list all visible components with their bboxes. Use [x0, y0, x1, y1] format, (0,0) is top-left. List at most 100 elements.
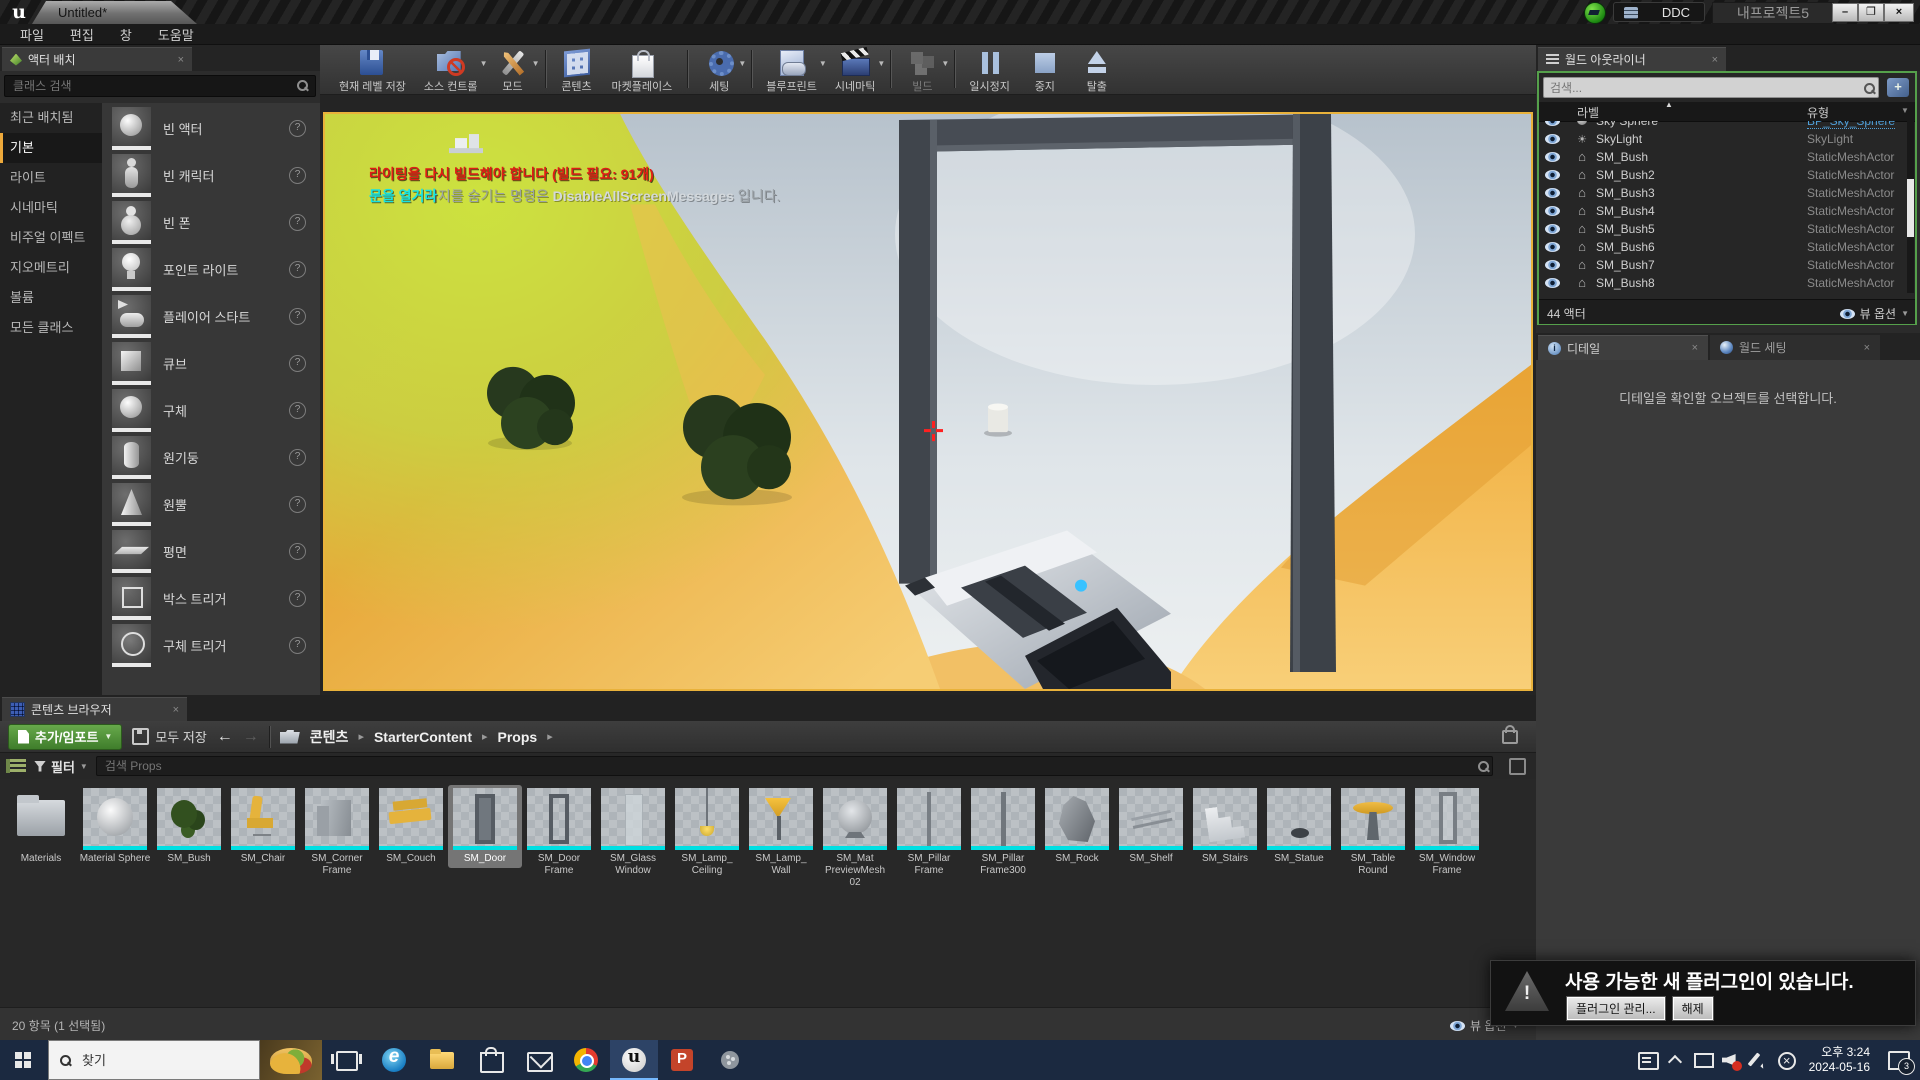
category-item[interactable]: 볼륨: [0, 283, 102, 313]
ddc-button[interactable]: DDC: [1613, 2, 1705, 22]
placeable-actor-row[interactable]: 구체 트리거 ?: [102, 622, 320, 669]
asset-tile[interactable]: SM_Lamp_ Ceiling: [670, 785, 744, 880]
forward-button[interactable]: →: [243, 728, 259, 746]
placeable-actor-row[interactable]: 구체 ?: [102, 387, 320, 434]
visibility-eye-icon[interactable]: [1545, 206, 1560, 216]
outliner-row[interactable]: SM_Bush5 StaticMeshActor: [1539, 220, 1915, 238]
toolbar-button[interactable]: 마켓플레이스 ▼: [603, 45, 682, 94]
visibility-eye-icon[interactable]: [1545, 134, 1560, 144]
asset-tile[interactable]: Materials: [4, 785, 78, 868]
outliner-view-options[interactable]: 뷰 옵션 ▼: [1840, 305, 1909, 322]
help-icon[interactable]: ?: [289, 637, 306, 654]
help-icon[interactable]: ?: [289, 402, 306, 419]
help-icon[interactable]: ?: [289, 308, 306, 325]
column-type[interactable]: 유형: [1807, 104, 1829, 121]
category-item[interactable]: 비주얼 이펙트: [0, 223, 102, 253]
chevron-down-icon[interactable]: ▼: [1901, 106, 1909, 115]
placeable-actor-row[interactable]: 포인트 라이트 ?: [102, 246, 320, 293]
toolbar-button[interactable]: 콘텐츠 ▼: [551, 45, 603, 94]
placeable-actor-row[interactable]: 평면 ?: [102, 528, 320, 575]
toolbar-button[interactable]: 일시정지 ▼: [960, 45, 1018, 94]
asset-tile[interactable]: SM_Pillar Frame300: [966, 785, 1040, 880]
help-icon[interactable]: ?: [289, 261, 306, 278]
chevron-down-icon[interactable]: ▼: [532, 59, 540, 68]
taskbar-clock[interactable]: 오후 3:24 2024-05-16: [1801, 1045, 1880, 1075]
taskbar-app-icon[interactable]: [322, 1040, 370, 1080]
asset-tile[interactable]: SM_Door Frame: [522, 785, 596, 880]
category-item[interactable]: 지오메트리: [0, 253, 102, 283]
chevron-down-icon[interactable]: ▼: [877, 59, 885, 68]
placeable-actor-row[interactable]: 큐브 ?: [102, 340, 320, 387]
save-search-icon[interactable]: [1509, 758, 1526, 775]
outliner-row[interactable]: SM_Bush2 StaticMeshActor: [1539, 166, 1915, 184]
toolbar-button[interactable]: 빌드 ▼: [896, 45, 948, 94]
breadcrumb-item[interactable]: StarterContent: [374, 729, 488, 745]
outliner-row[interactable]: SM_Bush6 StaticMeshActor: [1539, 238, 1915, 256]
close-icon[interactable]: ×: [1712, 54, 1718, 66]
placeable-actor-row[interactable]: 빈 캐릭터 ?: [102, 152, 320, 199]
toolbar-button[interactable]: 블루프린트 ▼: [757, 45, 826, 94]
help-icon[interactable]: ?: [289, 120, 306, 137]
outliner-row[interactable]: SM_Bush StaticMeshActor: [1539, 148, 1915, 166]
asset-tile[interactable]: SM_Bush: [152, 785, 226, 868]
toolbar-button[interactable]: 중지 ▼: [1019, 45, 1071, 94]
title-bar[interactable]: u Untitled* DDC 내프로젝트5 – ❐ ×: [0, 0, 1920, 24]
visibility-eye-icon[interactable]: [1545, 170, 1560, 180]
tutorial-icon[interactable]: [1584, 2, 1606, 24]
asset-tile[interactable]: SM_Mat PreviewMesh 02: [818, 785, 892, 892]
help-icon[interactable]: ?: [289, 167, 306, 184]
manage-plugins-button[interactable]: 플러그인 관리...: [1567, 997, 1665, 1020]
toolbar-button[interactable]: 탈출 ▼: [1071, 45, 1123, 94]
close-icon[interactable]: ×: [178, 54, 184, 66]
visibility-eye-icon[interactable]: [1545, 121, 1560, 126]
asset-search-input[interactable]: [96, 756, 1493, 776]
breadcrumb-item[interactable]: Props: [498, 729, 553, 745]
menu-item[interactable]: 도움말: [146, 25, 206, 44]
visibility-eye-icon[interactable]: [1545, 224, 1560, 234]
placeable-actor-row[interactable]: 원뿔 ?: [102, 481, 320, 528]
menu-item[interactable]: 파일: [8, 25, 56, 44]
close-icon[interactable]: ×: [1864, 342, 1870, 354]
tray-icon[interactable]: [1717, 1040, 1745, 1080]
menu-item[interactable]: 창: [108, 25, 144, 44]
asset-tile[interactable]: SM_Chair: [226, 785, 300, 868]
tab-world-settings[interactable]: 월드 세팅 ×: [1710, 335, 1880, 360]
tray-icon[interactable]: [1633, 1040, 1661, 1080]
category-item[interactable]: 최근 배치됨: [0, 103, 102, 133]
viewport-3d[interactable]: 라이팅을 다시 빌드해야 합니다 (빌드 필요: 91개) 시지를 숨기는 명령…: [323, 112, 1533, 691]
placeable-actor-row[interactable]: 원기둥 ?: [102, 434, 320, 481]
tab-details[interactable]: i 디테일 ×: [1538, 335, 1708, 360]
placeable-actor-row[interactable]: 빈 액터 ?: [102, 105, 320, 152]
filter-button[interactable]: 필터 ▼: [34, 757, 88, 776]
outliner-row[interactable]: SM_Bush4 StaticMeshActor: [1539, 202, 1915, 220]
toolbar-button[interactable]: 현재 레벨 저장 ▼: [330, 45, 415, 94]
tab-place-actors[interactable]: 액터 배치 ×: [2, 47, 192, 71]
taskbar-app-icon[interactable]: [706, 1040, 754, 1080]
asset-tile[interactable]: SM_Lamp_ Wall: [744, 785, 818, 880]
taskbar-app-icon[interactable]: [562, 1040, 610, 1080]
category-item[interactable]: 라이트: [0, 163, 102, 193]
toolbar-button[interactable]: 모드 ▼: [487, 45, 539, 94]
menu-item[interactable]: 편집: [58, 25, 106, 44]
tab-content-browser[interactable]: 콘텐츠 브라우저 ×: [2, 697, 187, 721]
tray-icon[interactable]: [1689, 1040, 1717, 1080]
class-search-input[interactable]: [4, 75, 316, 97]
taskbar-app-icon[interactable]: [658, 1040, 706, 1080]
sources-panel-icon[interactable]: [6, 759, 26, 773]
outliner-column-header[interactable]: 라벨 ▲ 유형 ▼: [1539, 102, 1915, 122]
placeable-actor-row[interactable]: 플레이어 스타트 ?: [102, 293, 320, 340]
asset-tile[interactable]: SM_Couch: [374, 785, 448, 868]
taskbar-app-icon[interactable]: [260, 1040, 322, 1080]
breadcrumb-item[interactable]: 콘텐츠: [310, 727, 364, 747]
asset-tile[interactable]: SM_Rock: [1040, 785, 1114, 868]
restore-button[interactable]: ❐: [1858, 3, 1884, 22]
chevron-down-icon[interactable]: ▼: [738, 59, 746, 68]
tray-icon[interactable]: [1661, 1040, 1689, 1080]
category-item[interactable]: 시네마틱: [0, 193, 102, 223]
taskbar-app-icon[interactable]: [610, 1040, 658, 1080]
close-button[interactable]: ×: [1884, 3, 1914, 22]
chevron-down-icon[interactable]: ▼: [941, 59, 949, 68]
toolbar-button[interactable]: 세팅 ▼: [693, 45, 745, 94]
toolbar-button[interactable]: 소스 컨트롤 ▼: [415, 45, 487, 94]
taskbar-search[interactable]: [48, 1040, 260, 1080]
